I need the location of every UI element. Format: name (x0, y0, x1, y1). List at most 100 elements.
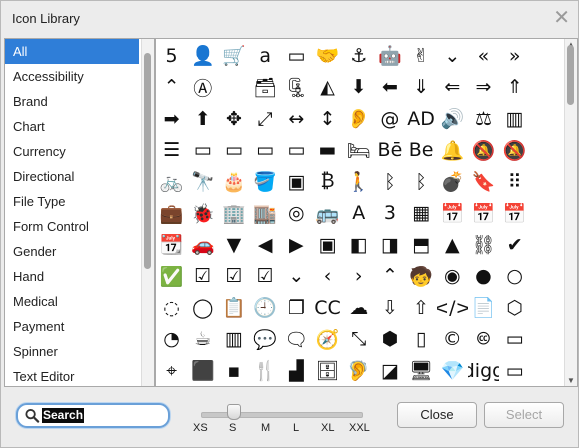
circle-o-icon[interactable]: ○ (499, 261, 530, 293)
calculator-icon[interactable]: ▦ (406, 198, 437, 230)
bullseye-icon[interactable]: ◎ (281, 198, 312, 230)
category-item[interactable]: All (5, 39, 139, 64)
icon-scroll-thumb[interactable] (567, 45, 574, 105)
archive-icon[interactable]: 🗃 (250, 72, 281, 104)
codiepie-icon[interactable]: ◔ (156, 324, 187, 356)
bug-icon[interactable]: 🐞 (187, 198, 218, 230)
deafness-icon[interactable]: 🦻 (343, 355, 374, 386)
codepen-icon[interactable]: ⬡ (499, 292, 530, 324)
arrow-circle-down-icon[interactable]: ⬇ (343, 72, 374, 104)
caret-left-icon[interactable]: ◀ (250, 229, 281, 261)
calendar-times-icon[interactable]: 📆 (156, 229, 187, 261)
copyright-icon[interactable]: © (437, 324, 468, 356)
category-item[interactable]: Payment (5, 314, 139, 339)
css3-icon[interactable]: 3 (374, 198, 405, 230)
battery-quarter-icon[interactable]: ▭ (218, 135, 249, 167)
close-button[interactable]: Close (397, 402, 477, 428)
android-icon[interactable]: 🤖 (374, 40, 405, 72)
crosshairs-icon[interactable]: ⌖ (156, 355, 187, 386)
blind-icon[interactable]: 🚶 (343, 166, 374, 198)
file-archive-icon[interactable]: 🗜 (281, 72, 312, 104)
check-square-o-icon[interactable]: ☑ (250, 261, 281, 293)
briefcase-icon[interactable]: 💼 (156, 198, 187, 230)
clone-icon[interactable]: ❐ (281, 292, 312, 324)
caret-square-left-icon[interactable]: ◧ (343, 229, 374, 261)
user-plus-icon[interactable]: 👤 (187, 40, 218, 72)
bus-icon[interactable]: 🚌 (312, 198, 343, 230)
peace-hand-icon[interactable]: ✌ (406, 40, 437, 72)
scroll-down-icon[interactable]: ▼ (567, 376, 575, 385)
area-chart-icon[interactable]: ◭ (312, 72, 343, 104)
category-item[interactable]: Spinner (5, 339, 139, 364)
deaf-icon[interactable]: 👂 (343, 103, 374, 135)
icon-scrollbar[interactable]: ▲ ▼ (564, 39, 577, 386)
arrows-h-icon[interactable]: ↔ (281, 103, 312, 135)
category-item[interactable]: Hand (5, 264, 139, 289)
arrow-circle-o-right-icon[interactable]: ⇒ (468, 72, 499, 104)
close-icon[interactable]: ✕ (553, 7, 570, 29)
building-icon[interactable]: 🏢 (218, 198, 249, 230)
calendar-minus-icon[interactable]: 📅 (468, 198, 499, 230)
battery-empty-icon[interactable]: ▭ (187, 135, 218, 167)
balance-scale-icon[interactable]: ⚖ (468, 103, 499, 135)
building-o-icon[interactable]: 🏬 (250, 198, 281, 230)
bomb-icon[interactable]: 💣 (437, 166, 468, 198)
comment-dots-icon[interactable]: 💬 (250, 324, 281, 356)
diamond-icon[interactable]: 💎 (437, 355, 468, 386)
amazon-icon[interactable]: a (250, 40, 281, 72)
clipboard-icon[interactable]: 📋 (218, 292, 249, 324)
at-icon[interactable]: @ (374, 103, 405, 135)
arrow-circle-right-icon[interactable]: ➡ (156, 103, 187, 135)
bitbucket-icon[interactable]: 🪣 (250, 166, 281, 198)
check-icon[interactable]: ✔ (499, 229, 530, 261)
anchor-icon[interactable]: ⚓ (343, 40, 374, 72)
file-code-icon[interactable]: 📄 (468, 292, 499, 324)
category-item[interactable]: Chart (5, 114, 139, 139)
cube-icon[interactable]: ⬛ (187, 355, 218, 386)
connectdevelop-icon[interactable]: ⬢ (374, 324, 405, 356)
behance-icon[interactable]: Bē (374, 135, 405, 167)
category-item[interactable]: Currency (5, 139, 139, 164)
angle-double-down-icon[interactable]: ⌄ (437, 40, 468, 72)
category-item[interactable]: Accessibility (5, 64, 139, 89)
arrow-circle-o-up-icon[interactable]: ⇑ (499, 72, 530, 104)
car-icon[interactable]: 🚗 (187, 229, 218, 261)
bicycle-icon[interactable]: 🚲 (156, 166, 187, 198)
buysellads-icon[interactable]: A (343, 198, 374, 230)
chevron-circle-up-icon[interactable]: ⌃ (374, 261, 405, 293)
behance-square-icon[interactable]: Be (406, 135, 437, 167)
arrow-circle-left-icon[interactable]: ⬅ (374, 72, 405, 104)
bitbucket-square-icon[interactable]: ▣ (281, 166, 312, 198)
size-slider-thumb[interactable] (227, 404, 241, 420)
bell-icon[interactable]: 🔔 (437, 135, 468, 167)
caret-square-right-icon[interactable]: ◨ (374, 229, 405, 261)
dollar-card-icon[interactable]: ▭ (499, 355, 530, 386)
cc-icon[interactable]: CC (312, 292, 343, 324)
category-item[interactable]: Brand (5, 89, 139, 114)
category-item[interactable]: Directional (5, 164, 139, 189)
arrows-alt-icon[interactable]: ⤢ (250, 103, 281, 135)
bell-slash-icon[interactable]: 🔕 (468, 135, 499, 167)
category-item[interactable]: Form Control (5, 214, 139, 239)
commenting-o-icon[interactable]: 🗨 (281, 324, 312, 356)
handshake-icon[interactable]: 🤝 (312, 40, 343, 72)
dashcube-icon[interactable]: ▟ (281, 355, 312, 386)
category-item[interactable]: Text Editor (5, 364, 139, 386)
category-scroll-thumb[interactable] (144, 53, 151, 269)
bitcoin-icon[interactable]: ₿ (312, 166, 343, 198)
birthday-cake-icon[interactable]: 🎂 (218, 166, 249, 198)
desktop-icon[interactable]: 🖥 (406, 355, 437, 386)
cloud-download-icon[interactable]: ⇩ (374, 292, 405, 324)
category-item[interactable]: File Type (5, 189, 139, 214)
apple-icon[interactable] (218, 72, 249, 104)
credit-card-icon[interactable]: ▭ (499, 324, 530, 356)
arrows-v-icon[interactable]: ↕ (312, 103, 343, 135)
bars-icon[interactable]: ☰ (156, 135, 187, 167)
search-input[interactable]: Search (42, 408, 85, 423)
digg-icon[interactable]: digg (468, 355, 499, 386)
caret-square-down-icon[interactable]: ▣ (312, 229, 343, 261)
file-audio-icon[interactable]: 🔊 (437, 103, 468, 135)
database-icon[interactable]: 🗄 (312, 355, 343, 386)
chrome-icon[interactable]: ◉ (437, 261, 468, 293)
battery-three-quarters-icon[interactable]: ▭ (281, 135, 312, 167)
